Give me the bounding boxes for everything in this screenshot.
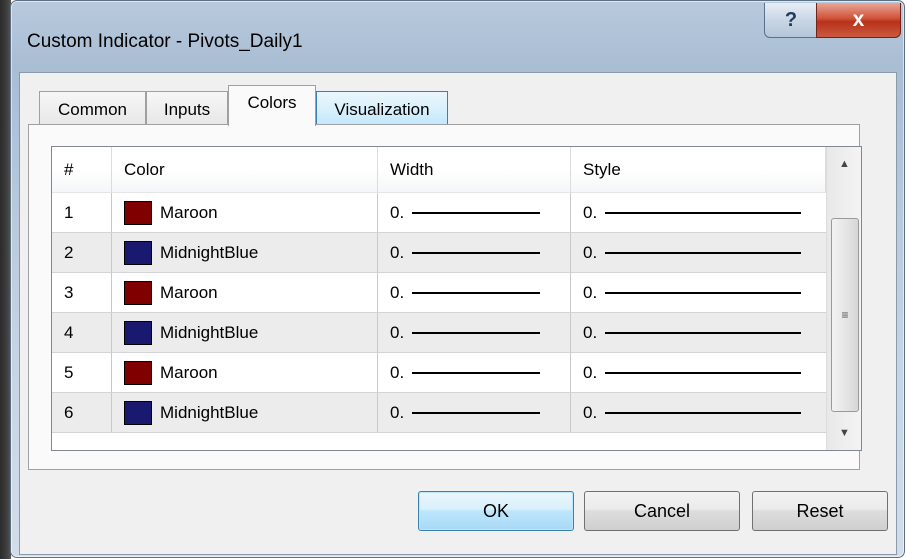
table-row[interactable]: 1 Maroon 0. 0.: [52, 193, 826, 233]
color-swatch: [124, 240, 152, 265]
color-cell[interactable]: MidnightBlue: [112, 393, 378, 433]
width-cell[interactable]: 0.: [378, 233, 571, 273]
width-value: 0.: [390, 402, 405, 422]
width-line-sample: [412, 211, 541, 214]
color-name: Maroon: [160, 202, 218, 222]
width-line-sample: [412, 411, 541, 414]
color-swatch: [124, 400, 152, 425]
color-name: MidnightBlue: [160, 322, 259, 342]
width-value: 0.: [390, 202, 405, 222]
table-row[interactable]: 6 MidnightBlue 0. 0.: [52, 393, 826, 433]
help-icon: ?: [784, 8, 798, 31]
width-cell[interactable]: 0.: [378, 313, 571, 353]
column-header-width[interactable]: Width: [378, 147, 571, 193]
color-cell[interactable]: Maroon: [112, 273, 378, 313]
color-name: MidnightBlue: [160, 242, 259, 262]
style-value: 0.: [583, 282, 598, 302]
color-cell[interactable]: Maroon: [112, 353, 378, 393]
color-swatch: [124, 360, 152, 385]
cancel-button[interactable]: Cancel: [584, 491, 740, 531]
scroll-up-arrow-icon[interactable]: ▲: [827, 147, 861, 181]
color-cell[interactable]: MidnightBlue: [112, 313, 378, 353]
table-header: # Color Width Style: [52, 147, 826, 193]
width-cell[interactable]: 0.: [378, 393, 571, 433]
color-swatch: [124, 280, 152, 305]
style-value: 0.: [583, 242, 598, 262]
table-row[interactable]: 3 Maroon 0. 0.: [52, 273, 826, 313]
color-cell[interactable]: MidnightBlue: [112, 233, 378, 273]
style-line-sample: [605, 291, 802, 294]
style-cell[interactable]: 0.: [571, 313, 826, 353]
tab-colors[interactable]: Colors: [228, 85, 316, 126]
style-cell[interactable]: 0.: [571, 353, 826, 393]
ok-button[interactable]: OK: [418, 491, 574, 531]
width-value: 0.: [390, 322, 405, 342]
style-cell[interactable]: 0.: [571, 193, 826, 233]
width-cell[interactable]: 0.: [378, 193, 571, 233]
width-line-sample: [412, 331, 541, 334]
close-button[interactable]: x: [816, 3, 901, 38]
scrollbar-thumb[interactable]: ≡: [831, 218, 859, 412]
width-line-sample: [412, 291, 541, 294]
color-name: Maroon: [160, 362, 218, 382]
width-cell[interactable]: 0.: [378, 353, 571, 393]
table-row[interactable]: 5 Maroon 0. 0.: [52, 353, 826, 393]
tab-visualization[interactable]: Visualization: [316, 91, 448, 127]
style-value: 0.: [583, 202, 598, 222]
row-number: 5: [52, 353, 112, 393]
table-row[interactable]: 4 MidnightBlue 0. 0.: [52, 313, 826, 353]
column-header-color[interactable]: Color: [112, 147, 378, 193]
style-line-sample: [605, 331, 802, 334]
style-line-sample: [605, 371, 802, 374]
scroll-down-arrow-icon[interactable]: ▼: [827, 416, 861, 450]
style-cell[interactable]: 0.: [571, 233, 826, 273]
width-value: 0.: [390, 362, 405, 382]
width-line-sample: [412, 371, 541, 374]
color-name: Maroon: [160, 282, 218, 302]
style-line-sample: [605, 411, 802, 414]
style-cell[interactable]: 0.: [571, 393, 826, 433]
width-value: 0.: [390, 282, 405, 302]
width-line-sample: [412, 251, 541, 254]
grip-icon: ≡: [841, 308, 849, 322]
row-number: 2: [52, 233, 112, 273]
row-number: 6: [52, 393, 112, 433]
style-cell[interactable]: 0.: [571, 273, 826, 313]
style-value: 0.: [583, 322, 598, 342]
table-row[interactable]: 2 MidnightBlue 0. 0.: [52, 233, 826, 273]
color-cell[interactable]: Maroon: [112, 193, 378, 233]
color-swatch: [124, 320, 152, 345]
width-value: 0.: [390, 242, 405, 262]
row-number: 1: [52, 193, 112, 233]
color-name: MidnightBlue: [160, 402, 259, 422]
row-number: 4: [52, 313, 112, 353]
column-header-style[interactable]: Style: [571, 147, 826, 193]
style-value: 0.: [583, 402, 598, 422]
window-title: Custom Indicator - Pivots_Daily1: [27, 31, 303, 52]
column-header-number[interactable]: #: [52, 147, 112, 193]
vertical-scrollbar[interactable]: ▲ ≡ ▼: [826, 147, 861, 450]
width-cell[interactable]: 0.: [378, 273, 571, 313]
colors-table[interactable]: # Color Width Style 1 Maroon 0. 0. 2 Mid…: [51, 146, 862, 451]
tab-common[interactable]: Common: [39, 91, 146, 127]
close-icon: x: [852, 8, 865, 31]
style-line-sample: [605, 251, 802, 254]
help-button[interactable]: ?: [764, 3, 818, 38]
row-number: 3: [52, 273, 112, 313]
color-swatch: [124, 200, 152, 225]
style-value: 0.: [583, 362, 598, 382]
style-line-sample: [605, 211, 802, 214]
tab-inputs[interactable]: Inputs: [146, 91, 228, 127]
reset-button[interactable]: Reset: [752, 491, 888, 531]
